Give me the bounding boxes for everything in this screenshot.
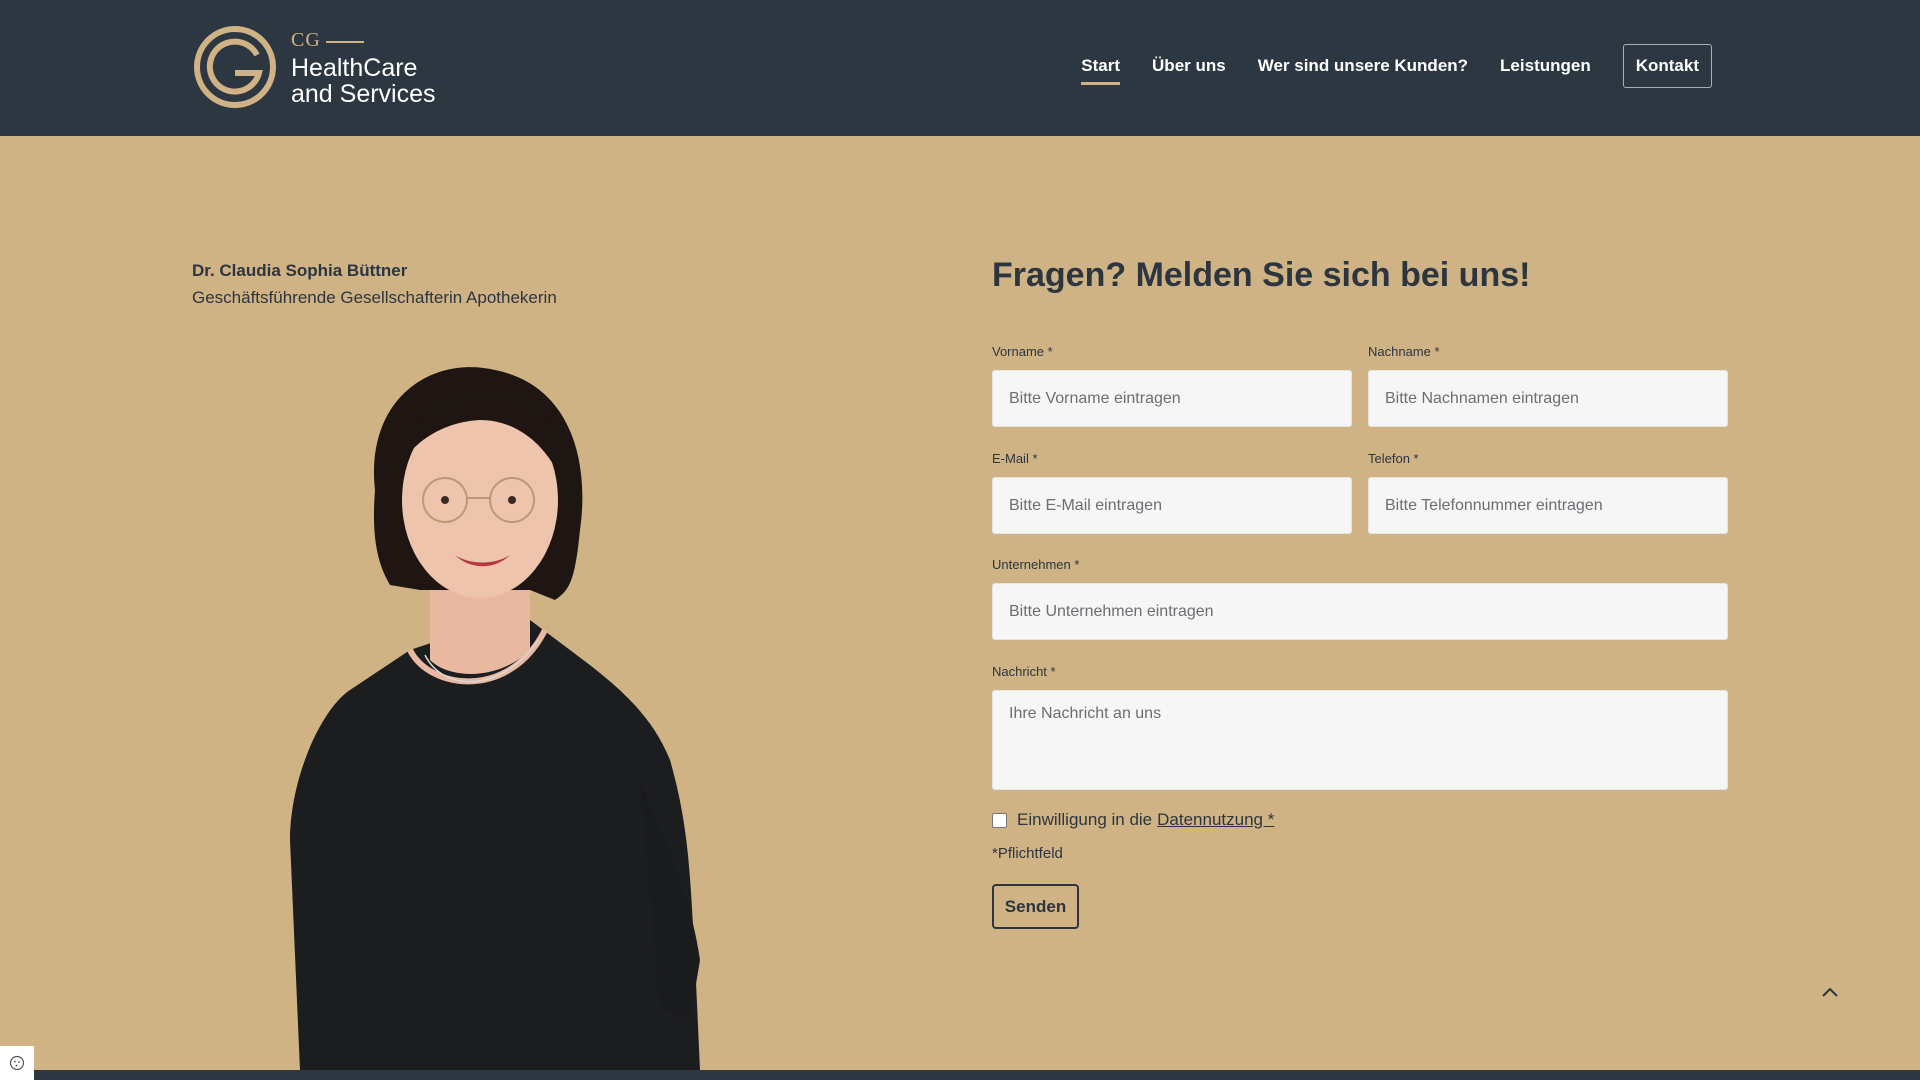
send-button[interactable]: Senden <box>992 884 1079 929</box>
nav-item-ueber-uns[interactable]: Über uns <box>1152 50 1226 82</box>
message-textarea[interactable] <box>992 690 1728 790</box>
message-label: Nachricht * <box>992 664 1056 679</box>
person-role: Geschäftsführende Gesellschafterin Apoth… <box>192 288 557 307</box>
nav-item-kunden[interactable]: Wer sind unsere Kunden? <box>1258 50 1468 82</box>
brand-name-line2: and Services <box>291 80 436 108</box>
consent-text: Einwilligung in die <box>1017 810 1153 829</box>
email-label: E-Mail * <box>992 451 1038 466</box>
lastname-label: Nachname * <box>1368 344 1440 359</box>
chevron-up-icon[interactable] <box>1818 980 1842 1004</box>
phone-label: Telefon * <box>1368 451 1419 466</box>
brand-divider <box>326 41 364 43</box>
nav-contact-button[interactable]: Kontakt <box>1622 44 1712 88</box>
consent-row: Einwilligung in die Datennutzung * <box>992 810 1274 830</box>
consent-checkbox[interactable] <box>992 812 1007 828</box>
main-nav: Start Über uns Wer sind unsere Kunden? L… <box>1081 44 1712 88</box>
brand-logo-mark-icon <box>194 26 276 108</box>
portrait-image <box>290 367 700 1070</box>
firstname-input[interactable] <box>992 370 1352 427</box>
lastname-input[interactable] <box>1368 370 1728 427</box>
cookie-icon <box>9 1055 25 1071</box>
nav-item-leistungen[interactable]: Leistungen <box>1500 50 1591 82</box>
person-name: Dr. Claudia Sophia Büttner <box>192 261 408 280</box>
brand-name: HealthCare and Services <box>291 55 436 107</box>
firstname-label: Vorname * <box>992 344 1053 359</box>
form-title: Fragen? Melden Sie sich bei uns! <box>992 256 1531 294</box>
required-note: *Pflichtfeld <box>992 845 1063 862</box>
brand-name-line1: HealthCare <box>291 54 418 82</box>
brand-cg: CG <box>291 29 321 51</box>
phone-input[interactable] <box>1368 477 1728 534</box>
brand-logo[interactable]: CG HealthCare and Services <box>193 25 453 115</box>
company-label: Unternehmen * <box>992 557 1080 572</box>
nav-item-start[interactable]: Start <box>1081 50 1120 85</box>
privacy-link[interactable]: Datennutzung * <box>1157 810 1274 830</box>
company-input[interactable] <box>992 583 1728 640</box>
email-input[interactable] <box>992 477 1352 534</box>
site-header: CG HealthCare and Services Start Über un… <box>0 0 1920 136</box>
cookie-settings-button[interactable] <box>0 1046 34 1080</box>
footer-strip <box>0 1070 1920 1080</box>
